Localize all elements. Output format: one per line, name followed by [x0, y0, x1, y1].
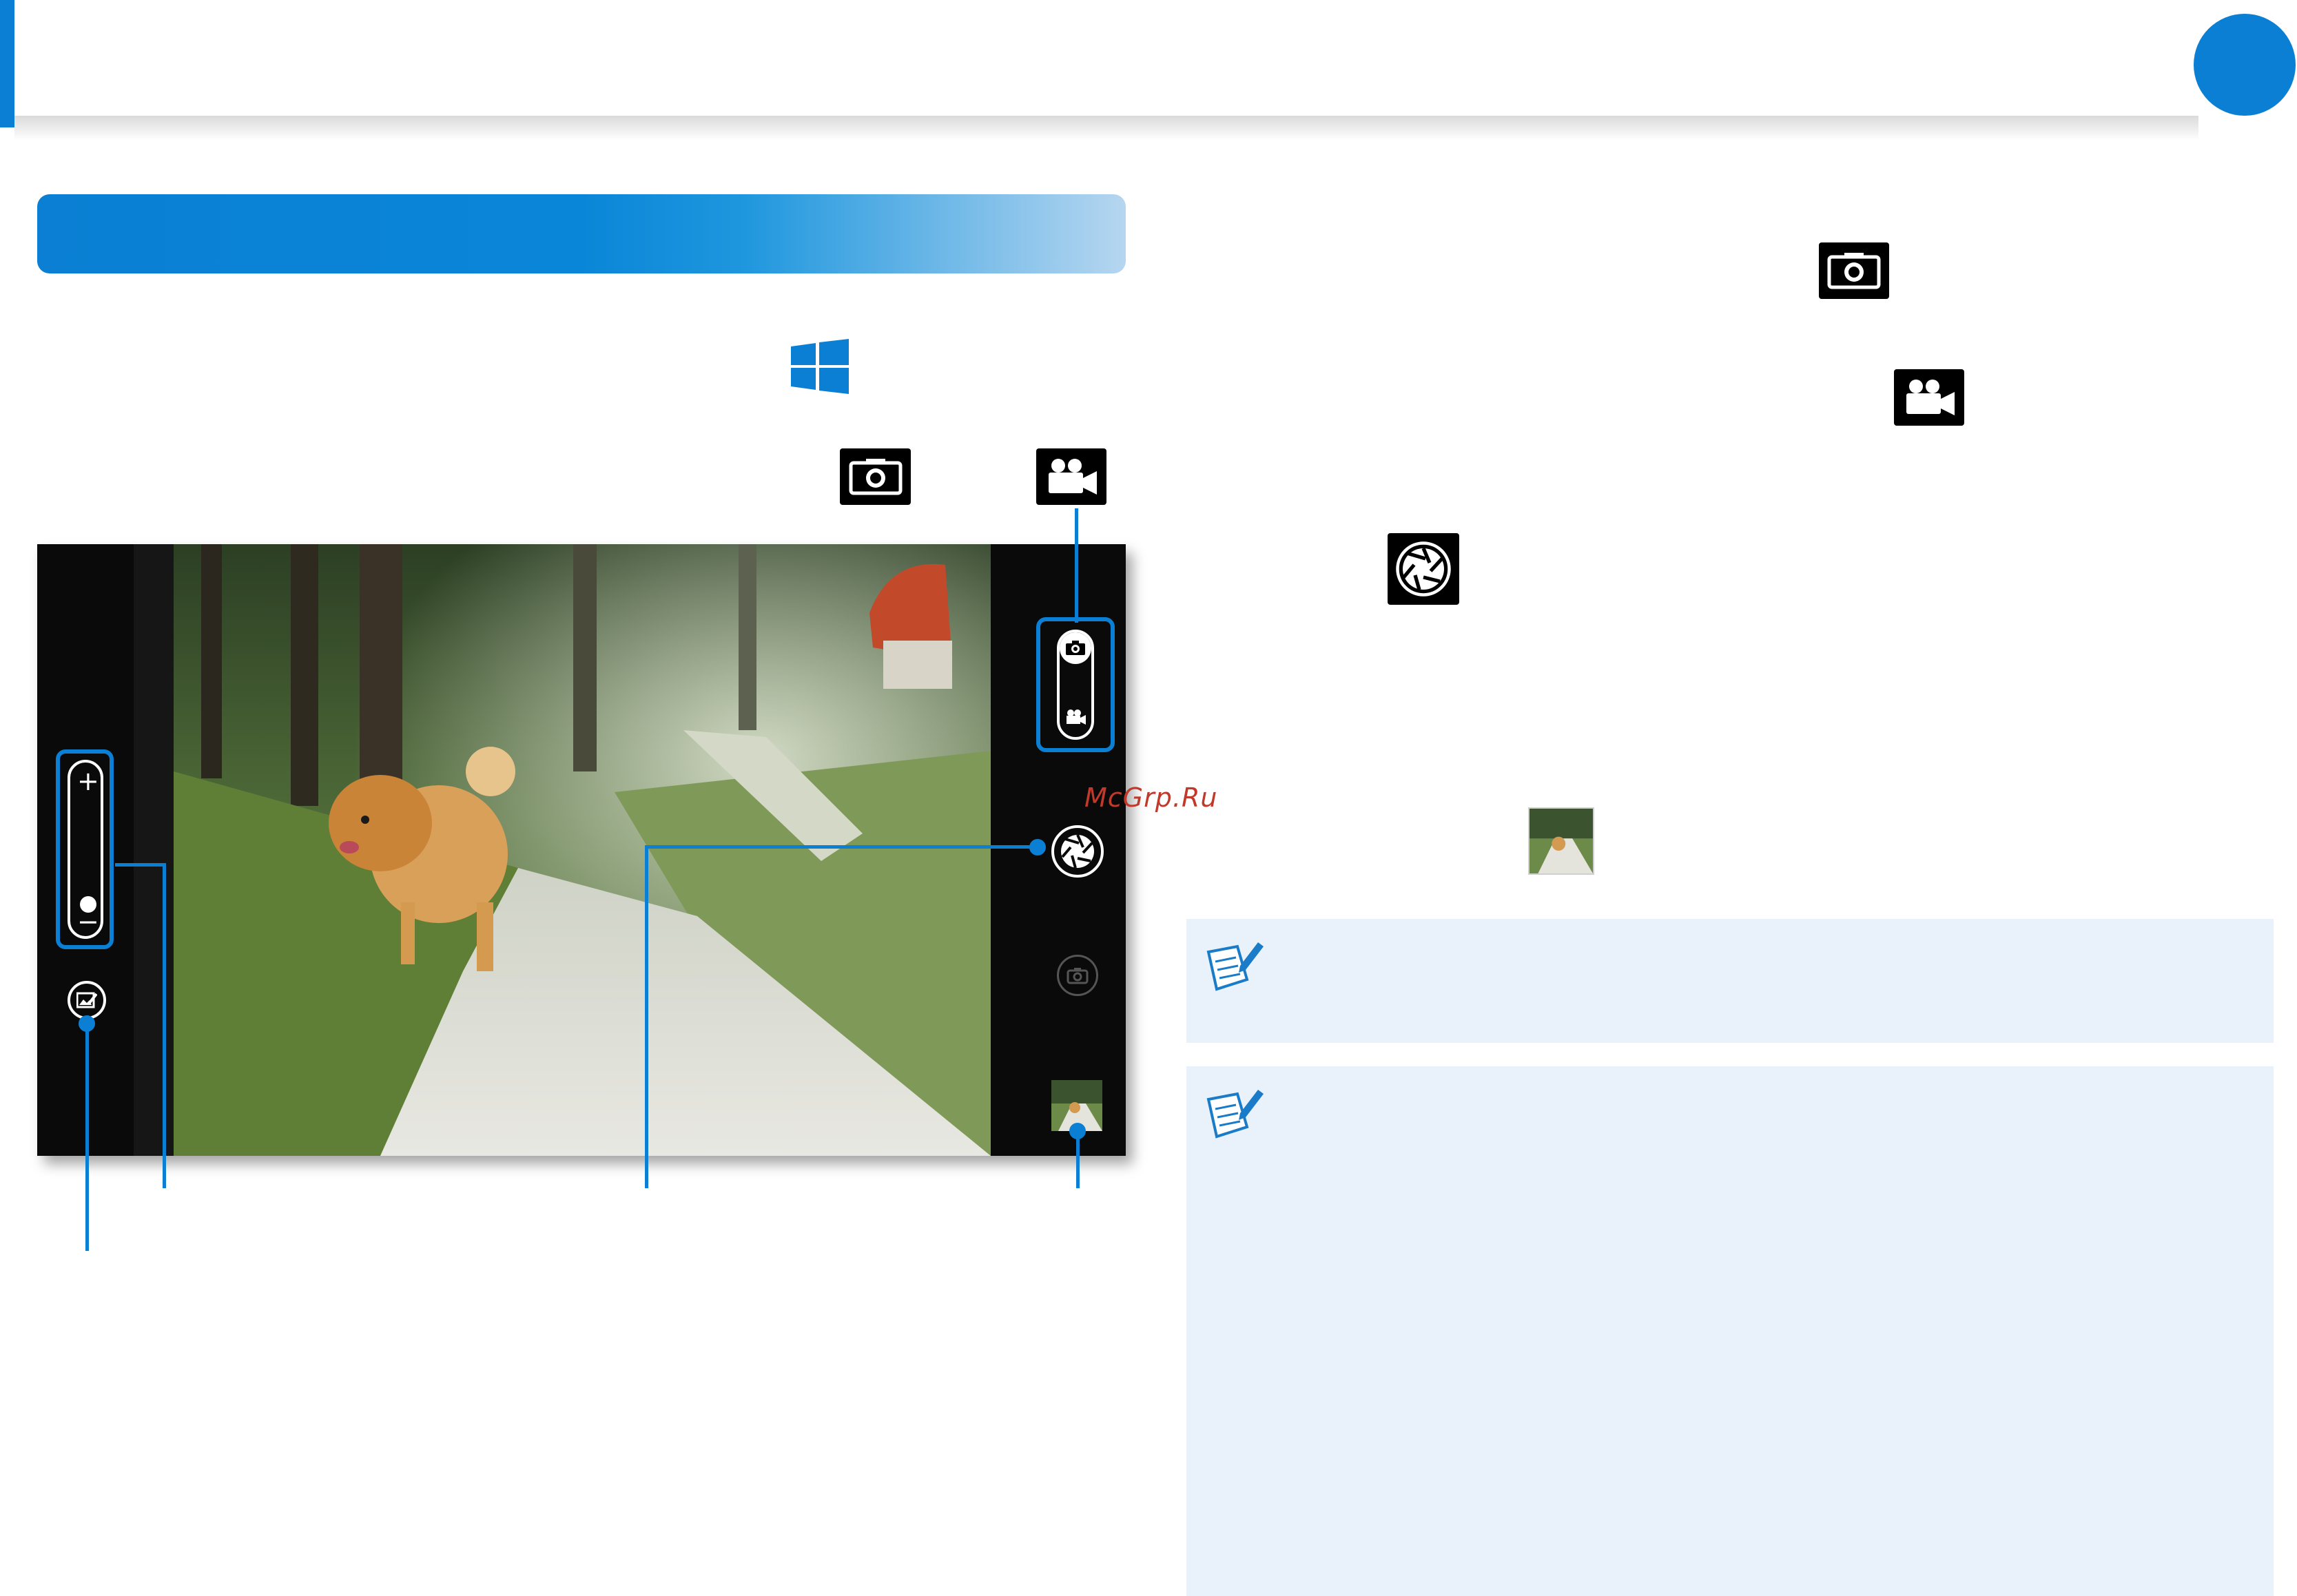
shutter-leader-dot: [1029, 839, 1046, 856]
camera-switch-button[interactable]: [1057, 955, 1098, 996]
section-banner: [37, 194, 1126, 273]
video-mode-button[interactable]: [1064, 705, 1087, 729]
header-accent-bar: [0, 0, 14, 127]
shutter-leader-line-horizontal: [648, 845, 1038, 849]
left-edge-shade: [134, 544, 174, 1156]
video-camera-icon: [1036, 448, 1106, 505]
windows-logo-icon: [791, 339, 849, 394]
zoom-leader-line-vertical: [163, 863, 166, 1188]
header-divider: [14, 116, 2198, 141]
camera-icon: [840, 448, 911, 505]
thumbnail-image: [1528, 807, 1594, 875]
watermark-text: McGrp.Ru: [1084, 783, 1218, 813]
note-box-1: [1186, 919, 2274, 1043]
zoom-leader-line-horizontal: [115, 863, 166, 867]
shutter-icon: [1061, 834, 1094, 869]
note-box-2: [1186, 1066, 2274, 1596]
shutter-leader-line-vertical: [645, 845, 648, 1188]
page-indicator-circle: [2194, 14, 2296, 116]
switch-camera-icon: [1067, 968, 1089, 984]
camera-icon: [1819, 242, 1889, 299]
shutter-icon: [1388, 533, 1459, 605]
shutter-button[interactable]: [1051, 825, 1104, 878]
zoom-in-button[interactable]: +: [77, 768, 99, 794]
photo-edit-button[interactable]: [68, 981, 106, 1019]
edit-image-icon: [76, 992, 97, 1008]
note-pencil-icon: [1206, 942, 1264, 991]
video-camera-icon: [1894, 369, 1964, 426]
photo-mode-button[interactable]: [1060, 632, 1091, 664]
camera-app-screenshot: + −: [37, 544, 1126, 1156]
gallery-leader-line: [1076, 1130, 1080, 1188]
note-pencil-icon: [1206, 1090, 1264, 1139]
mode-toggle-leader-line: [1075, 508, 1078, 623]
camera-icon: [1066, 641, 1085, 655]
video-camera-icon: [1067, 709, 1086, 725]
edit-leader-line: [85, 1022, 89, 1251]
zoom-out-button[interactable]: −: [77, 909, 99, 935]
photo-video-mode-toggle[interactable]: [1057, 630, 1094, 740]
camera-preview-photo: [174, 544, 991, 1156]
zoom-slider[interactable]: + −: [68, 760, 103, 939]
